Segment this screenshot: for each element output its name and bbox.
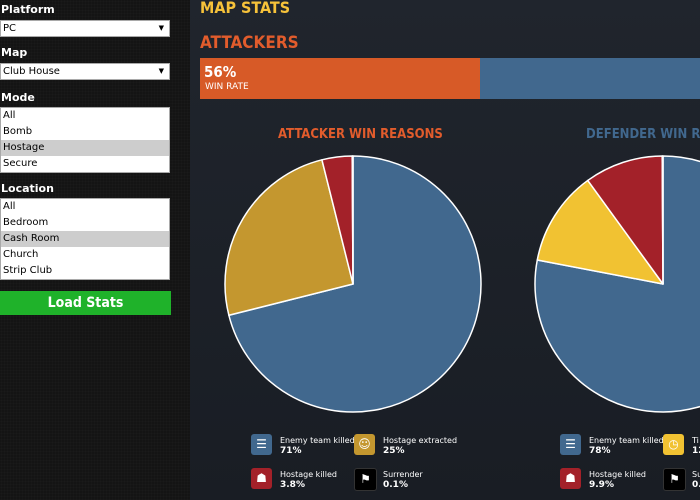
mode-option-all[interactable]: All — [1, 108, 169, 124]
timer-icon: ◷ — [663, 434, 684, 455]
legend-label: Surrender — [383, 470, 423, 479]
legend-label: Hostage killed — [280, 470, 337, 479]
platform-select[interactable]: PC ▼ — [0, 20, 170, 37]
stats-panel: MAP STATS ATTACKERS 56% WIN RATE ATTACKE… — [190, 0, 700, 500]
win-reason-pies — [224, 155, 700, 413]
hostage-killed-icon: ☗ — [560, 468, 581, 489]
enemy-killed-icon: ☰ — [251, 434, 272, 455]
location-option-all[interactable]: All — [1, 199, 169, 215]
mode-option-bomb[interactable]: Bomb — [1, 124, 169, 140]
pie-slice — [661, 155, 664, 285]
legend-label: Enemy team killed — [280, 436, 355, 445]
location-listbox[interactable]: All Bedroom Cash Room Church Strip Club — [0, 198, 170, 280]
legend-label: Hostage killed — [589, 470, 646, 479]
location-option-strip-club[interactable]: Strip Club — [1, 263, 169, 279]
legend-value: 0. — [692, 480, 700, 490]
flag-icon: ⚑ — [354, 468, 377, 491]
location-label: Location — [1, 182, 54, 195]
flag-icon: ⚑ — [663, 468, 686, 491]
location-option-cash-room[interactable]: Cash Room — [1, 231, 169, 247]
mode-option-secure[interactable]: Secure — [1, 156, 169, 172]
platform-value: PC — [3, 23, 17, 34]
legend-value: 9.9% — [589, 480, 614, 490]
mode-label: Mode — [1, 91, 35, 104]
legend-value: 78% — [589, 446, 611, 456]
legend-label: Ti — [692, 436, 699, 445]
legend-value: 71% — [280, 446, 302, 456]
filter-sidebar: Platform PC ▼ Map Club House ▼ Mode All … — [0, 0, 190, 500]
hostage-killed-icon: ☗ — [251, 468, 272, 489]
map-value: Club House — [3, 66, 60, 77]
legend-value: 3.8% — [280, 480, 305, 490]
legend-value: 12 — [692, 446, 700, 456]
platform-label: Platform — [1, 3, 55, 16]
map-select[interactable]: Club House ▼ — [0, 63, 170, 80]
location-option-church[interactable]: Church — [1, 247, 169, 263]
legend-value: 25% — [383, 446, 405, 456]
legend-label: Su — [692, 470, 700, 479]
load-stats-button[interactable]: Load Stats — [0, 291, 171, 315]
map-label: Map — [1, 46, 28, 59]
smiley-icon: ☺ — [354, 434, 375, 455]
legend-label: Hostage extracted — [383, 436, 458, 445]
mode-listbox[interactable]: All Bomb Hostage Secure — [0, 107, 170, 173]
legend-value: 0.1% — [383, 480, 408, 490]
legend-label: Enemy team killed — [589, 436, 664, 445]
enemy-killed-icon: ☰ — [560, 434, 581, 455]
chevron-down-icon: ▼ — [158, 24, 164, 32]
mode-option-hostage[interactable]: Hostage — [1, 140, 169, 156]
chevron-down-icon: ▼ — [158, 67, 164, 75]
pie-slice — [351, 155, 354, 285]
location-option-bedroom[interactable]: Bedroom — [1, 215, 169, 231]
